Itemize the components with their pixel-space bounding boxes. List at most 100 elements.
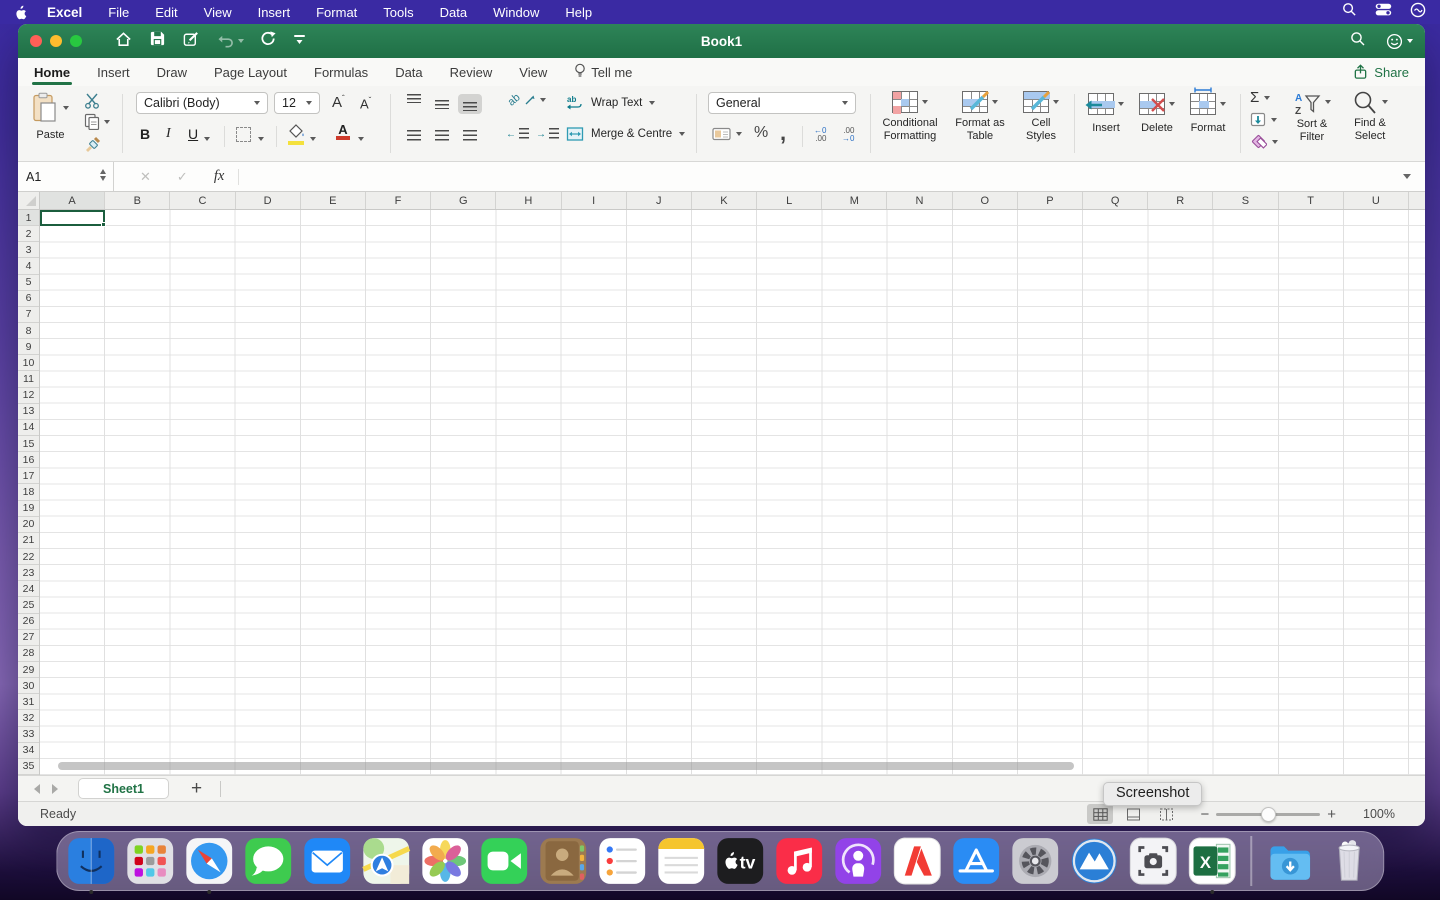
contacts-dock-icon[interactable]	[538, 836, 588, 886]
row-header-5[interactable]: 5	[18, 275, 39, 291]
launchpad-dock-icon[interactable]	[125, 836, 175, 886]
align-middle-button[interactable]	[430, 94, 454, 114]
edit-icon[interactable]	[182, 30, 201, 53]
appstore-dock-icon[interactable]	[951, 836, 1001, 886]
siri-icon[interactable]	[1410, 2, 1426, 23]
row-header-12[interactable]: 12	[18, 388, 39, 404]
customize-toolbar-icon[interactable]	[293, 32, 306, 50]
tab-draw[interactable]: Draw	[157, 58, 187, 86]
row-header-4[interactable]: 4	[18, 258, 39, 274]
tab-insert[interactable]: Insert	[97, 58, 130, 86]
row-header-11[interactable]: 11	[18, 371, 39, 387]
column-header-j[interactable]: J	[627, 192, 692, 209]
prev-sheet-arrow[interactable]	[34, 784, 40, 794]
select-all-corner[interactable]	[18, 192, 40, 210]
name-box[interactable]: A1	[18, 162, 114, 191]
enter-icon[interactable]: ✓	[177, 169, 188, 185]
column-header-d[interactable]: D	[236, 192, 301, 209]
delete-cells-button[interactable]: Delete	[1134, 93, 1180, 135]
row-header-3[interactable]: 3	[18, 242, 39, 258]
row-header-6[interactable]: 6	[18, 291, 39, 307]
column-header-r[interactable]: R	[1148, 192, 1213, 209]
sheet-tab-sheet1[interactable]: Sheet1	[78, 778, 169, 799]
fill-button[interactable]	[1250, 112, 1277, 127]
normal-view-button[interactable]	[1087, 804, 1113, 824]
row-header-9[interactable]: 9	[18, 339, 39, 355]
row-header-28[interactable]: 28	[18, 646, 39, 662]
minimize-button[interactable]	[50, 35, 62, 47]
maps-dock-icon[interactable]	[361, 836, 411, 886]
fill-color-caret[interactable]	[310, 133, 316, 145]
cancel-icon[interactable]: ✕	[140, 169, 151, 185]
next-sheet-arrow[interactable]	[52, 784, 58, 794]
save-icon[interactable]	[149, 30, 166, 52]
row-header-2[interactable]: 2	[18, 226, 39, 242]
comma-style-button[interactable]: ,	[780, 120, 786, 146]
news-dock-icon[interactable]	[892, 836, 942, 886]
podcasts-dock-icon[interactable]	[833, 836, 883, 886]
column-header-f[interactable]: F	[366, 192, 431, 209]
menu-view[interactable]: View	[204, 5, 232, 20]
zoom-in-button[interactable]: +	[1327, 806, 1336, 823]
column-header-l[interactable]: L	[757, 192, 822, 209]
row-header-14[interactable]: 14	[18, 420, 39, 436]
share-button[interactable]: Share	[1353, 64, 1409, 80]
appletv-dock-icon[interactable]: tv	[715, 836, 765, 886]
tab-view[interactable]: View	[519, 58, 547, 86]
row-header-35[interactable]: 35	[18, 759, 39, 775]
apple-menu-icon[interactable]	[14, 4, 27, 20]
menu-data[interactable]: Data	[440, 5, 467, 20]
column-header-n[interactable]: N	[887, 192, 952, 209]
find-select-button[interactable]: Find & Select	[1344, 90, 1396, 142]
row-header-24[interactable]: 24	[18, 581, 39, 597]
underline-button[interactable]: U	[188, 126, 198, 142]
row-header-1[interactable]: 1	[18, 210, 39, 226]
column-header-i[interactable]: I	[562, 192, 627, 209]
cell-styles-button[interactable]: Cell Styles	[1016, 91, 1066, 142]
increase-decimal-button[interactable]: ←0.00	[814, 127, 826, 143]
align-center-button[interactable]	[430, 126, 454, 146]
menu-edit[interactable]: Edit	[155, 5, 177, 20]
row-header-30[interactable]: 30	[18, 678, 39, 694]
column-header-e[interactable]: E	[301, 192, 366, 209]
row-header-13[interactable]: 13	[18, 404, 39, 420]
row-header-15[interactable]: 15	[18, 436, 39, 452]
menu-insert[interactable]: Insert	[258, 5, 291, 20]
align-top-button[interactable]	[402, 94, 426, 114]
column-header-c[interactable]: C	[170, 192, 235, 209]
formula-bar-expand-caret[interactable]	[1403, 174, 1411, 179]
font-family-select[interactable]: Calibri (Body)	[136, 92, 268, 114]
column-header-h[interactable]: H	[496, 192, 561, 209]
decrease-indent-button[interactable]: ←	[506, 128, 529, 141]
insert-function-icon[interactable]: fx	[214, 168, 224, 185]
column-header-o[interactable]: O	[953, 192, 1018, 209]
italic-button[interactable]: I	[166, 126, 171, 142]
zoom-slider[interactable]	[1216, 813, 1320, 816]
settings-dock-icon[interactable]	[1010, 836, 1060, 886]
orientation-button[interactable]: ab	[508, 94, 546, 106]
column-header-p[interactable]: P	[1018, 192, 1083, 209]
column-header-m[interactable]: M	[822, 192, 887, 209]
merge-centre-button[interactable]: Merge & Centre	[566, 126, 685, 142]
reminders-dock-icon[interactable]	[597, 836, 647, 886]
row-header-17[interactable]: 17	[18, 468, 39, 484]
row-header-21[interactable]: 21	[18, 533, 39, 549]
horizontal-scrollbar[interactable]	[58, 762, 1074, 770]
underline-menu-caret[interactable]	[204, 133, 210, 145]
column-header-g[interactable]: G	[431, 192, 496, 209]
row-header-33[interactable]: 33	[18, 727, 39, 743]
tab-home[interactable]: Home	[34, 58, 70, 86]
tab-formulas[interactable]: Formulas	[314, 58, 368, 86]
menu-help[interactable]: Help	[565, 5, 592, 20]
row-header-19[interactable]: 19	[18, 501, 39, 517]
insert-cells-button[interactable]: Insert	[1082, 93, 1130, 135]
paste-button[interactable]: Paste	[32, 92, 69, 142]
fill-color-button[interactable]	[288, 124, 305, 145]
column-header-u[interactable]: U	[1344, 192, 1409, 209]
format-cells-button[interactable]: Format	[1184, 93, 1232, 135]
row-header-16[interactable]: 16	[18, 452, 39, 468]
tab-review[interactable]: Review	[450, 58, 493, 86]
borders-menu-caret[interactable]	[258, 133, 264, 145]
menubar-app-name[interactable]: Excel	[47, 5, 82, 20]
percent-style-button[interactable]: %	[754, 124, 768, 142]
